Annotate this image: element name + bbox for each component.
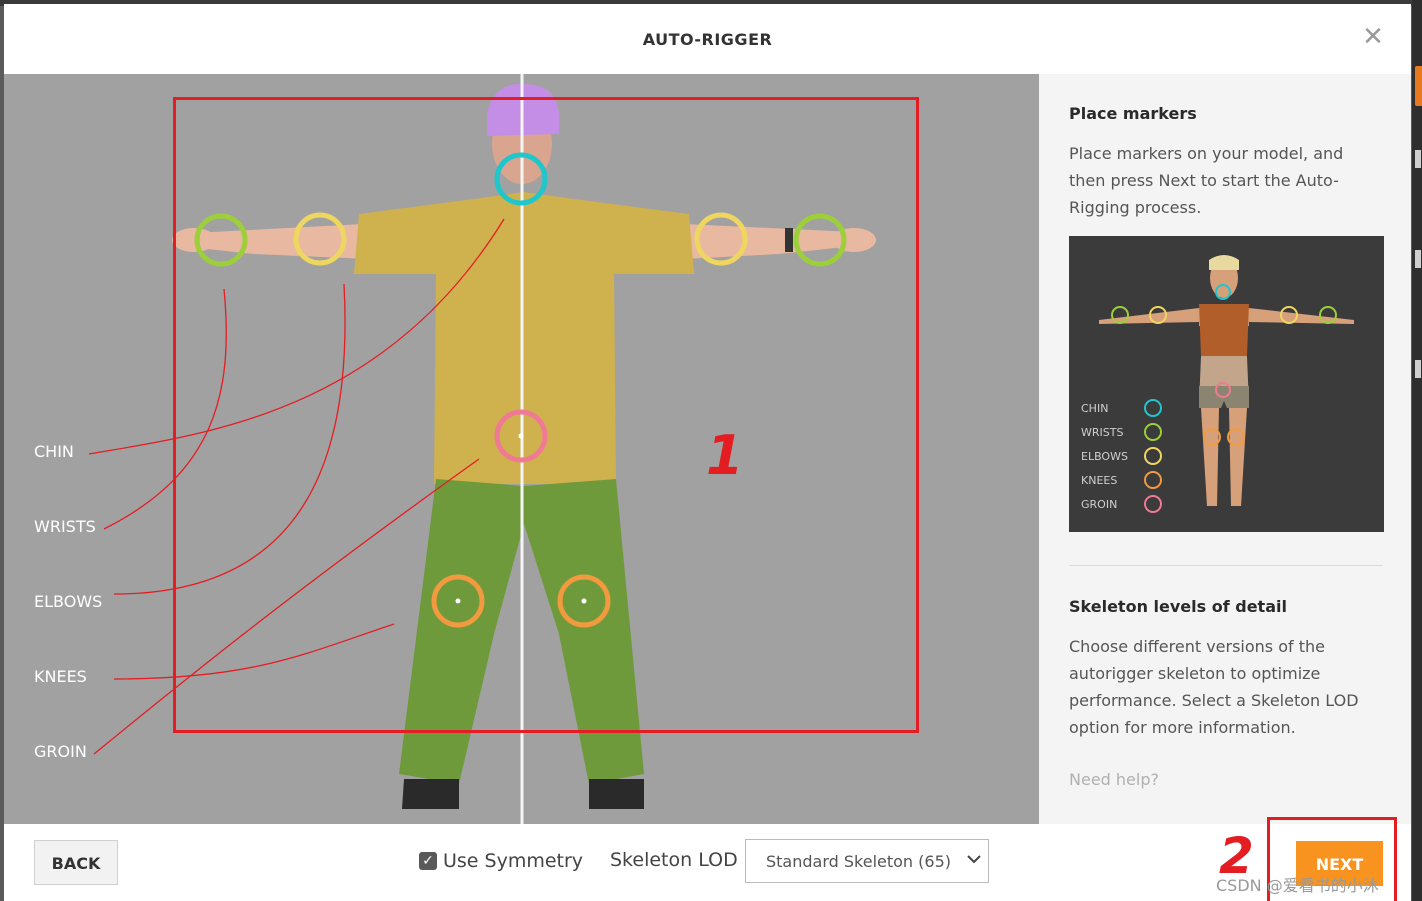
preview-top (1199, 304, 1249, 356)
legend-wrists-swatch (1144, 423, 1162, 441)
legend-chin-swatch (1144, 399, 1162, 417)
annotation-label-wrists: WRISTS (34, 517, 96, 536)
skeleton-lod-value: Standard Skeleton (65) (766, 851, 951, 871)
preview-figure: CHIN WRISTS ELBOWS KNEES GROIN (1081, 255, 1354, 513)
checkmark-icon[interactable]: ✓ (419, 852, 437, 870)
skeleton-lod-label: Skeleton LOD (610, 849, 738, 871)
legend-knees: KNEES (1081, 474, 1117, 487)
preview-left-leg (1201, 408, 1219, 506)
background-tab (1415, 66, 1422, 106)
place-markers-text: Place markers on your model, and then pr… (1069, 144, 1344, 217)
legend-elbows: ELBOWS (1081, 450, 1128, 463)
legend-groin-swatch (1144, 495, 1162, 513)
skeleton-lod-text: Choose different versions of the autorig… (1069, 637, 1359, 737)
preview-hair (1209, 255, 1239, 270)
preview-right-leg (1229, 408, 1247, 506)
background-tick (1415, 150, 1421, 168)
chevron-down-icon (967, 855, 981, 864)
instructions-sidebar: Place markers Place markers on your mode… (1039, 74, 1411, 824)
watermark: CSDN @爱看书的小沐 (1216, 876, 1379, 895)
use-symmetry-checkbox[interactable]: ✓ Use Symmetry (419, 848, 583, 874)
background-tick (1415, 250, 1421, 268)
left-shoe (402, 779, 459, 809)
legend-knees-swatch (1144, 471, 1162, 489)
right-shoe (589, 779, 644, 809)
modal-header: AUTO-RIGGER ✕ (4, 4, 1411, 74)
close-icon[interactable]: ✕ (1362, 24, 1384, 50)
annotation-label-chin: CHIN (34, 442, 74, 461)
preview-legend: CHIN WRISTS ELBOWS KNEES GROIN (1081, 399, 1162, 513)
annotation-label-elbows: ELBOWS (34, 592, 103, 611)
model-viewport[interactable]: 1 CHIN WRISTS ELBOWS KNEES GROIN (4, 74, 1039, 824)
use-symmetry-label: Use Symmetry (443, 850, 584, 872)
marker-preview-image: CHIN WRISTS ELBOWS KNEES GROIN (1069, 236, 1384, 532)
legend-wrists: WRISTS (1081, 426, 1123, 439)
place-markers-heading: Place markers (1069, 104, 1197, 123)
modal-footer: BACK ✓ Use Symmetry Skeleton LOD Standar… (4, 817, 1411, 901)
modal-title: AUTO-RIGGER (642, 30, 773, 49)
skeleton-lod-heading: Skeleton levels of detail (1069, 597, 1287, 616)
annotation-label-knees: KNEES (34, 667, 87, 686)
background-app-strip (1412, 0, 1422, 901)
background-tick (1415, 360, 1421, 378)
annotation-label-groin: GROIN (34, 742, 87, 761)
legend-elbows-swatch (1144, 447, 1162, 465)
sidebar-divider (1069, 565, 1383, 566)
legend-chin: CHIN (1081, 402, 1108, 415)
auto-rigger-modal: AUTO-RIGGER ✕ 1 CHIN WRISTS ELBOWS KNEES… (4, 4, 1411, 901)
need-help-link[interactable]: Need help? (1069, 770, 1159, 789)
legend-groin: GROIN (1081, 498, 1117, 511)
skeleton-lod-select[interactable]: Standard Skeleton (65) (745, 839, 989, 883)
back-button[interactable]: BACK (34, 840, 118, 885)
annotation-box-1 (173, 97, 919, 733)
annotation-number-1: 1 (706, 424, 744, 487)
